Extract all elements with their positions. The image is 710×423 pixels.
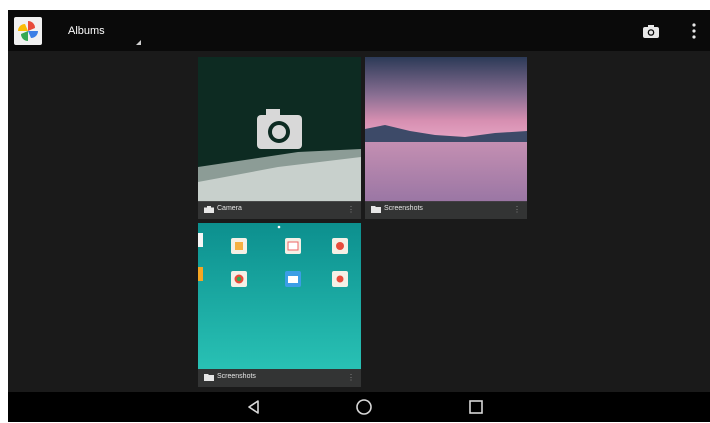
album-thumbnail: [365, 57, 527, 219]
camera-icon: [257, 109, 302, 149]
camera-icon[interactable]: [641, 22, 661, 40]
album-thumbnail: [198, 57, 361, 219]
album-more-icon[interactable]: ⋮: [347, 373, 355, 382]
album-tile-screenshots[interactable]: Screenshots ⋮: [365, 57, 527, 219]
album-label-bar: Screenshots ⋮: [198, 369, 361, 387]
navigation-bar: [8, 392, 710, 422]
back-triangle-icon[interactable]: [245, 398, 263, 416]
action-bar: Albums: [8, 10, 710, 51]
page-title: Albums: [68, 25, 105, 37]
dropdown-indicator-icon[interactable]: [136, 40, 141, 45]
album-thumbnail: [198, 223, 361, 387]
album-name: Screenshots: [384, 205, 423, 212]
album-more-icon[interactable]: ⋮: [347, 205, 355, 214]
album-tile-screenshots-2[interactable]: Screenshots ⋮: [198, 223, 361, 387]
album-name: Camera: [217, 205, 242, 212]
folder-icon: [204, 374, 214, 381]
device-screen: Albums Camera ⋮ Screenshots ⋮ Screenshot…: [8, 10, 710, 422]
camera-icon: [204, 206, 214, 213]
home-circle-icon[interactable]: [355, 398, 373, 416]
album-name: Screenshots: [217, 373, 256, 380]
recents-square-icon[interactable]: [467, 398, 485, 416]
album-label-bar: Screenshots ⋮: [365, 201, 527, 219]
album-tile-camera[interactable]: Camera ⋮: [198, 57, 361, 219]
folder-icon: [371, 206, 381, 213]
album-label-bar: Camera ⋮: [198, 201, 361, 219]
more-vert-icon[interactable]: [690, 21, 698, 41]
album-more-icon[interactable]: ⋮: [513, 205, 521, 214]
photos-app-icon[interactable]: [14, 17, 42, 45]
albums-grid: Camera ⋮ Screenshots ⋮ Screenshots ⋮: [8, 51, 710, 392]
